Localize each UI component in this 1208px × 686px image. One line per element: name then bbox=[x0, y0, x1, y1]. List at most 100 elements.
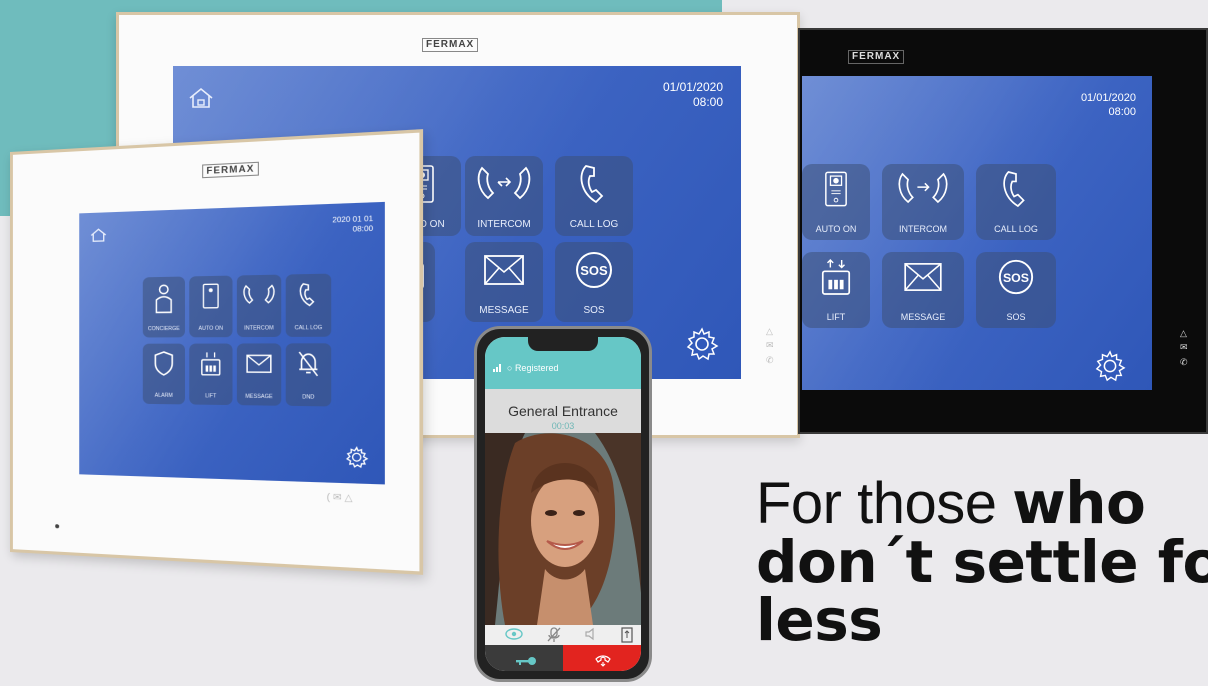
bell-off-icon bbox=[297, 350, 320, 378]
mute-microphone-icon[interactable] bbox=[547, 627, 561, 643]
phone-notch bbox=[528, 337, 598, 351]
call-actions bbox=[485, 645, 641, 671]
tile-label: ALARM bbox=[154, 392, 173, 400]
time-text: 08:00 bbox=[1108, 105, 1136, 118]
tile-message[interactable]: MESSAGE bbox=[882, 252, 964, 328]
gear-icon[interactable] bbox=[1094, 350, 1126, 382]
brand-logo: FERMAX bbox=[202, 161, 259, 179]
tile-lift[interactable]: LIFT bbox=[802, 252, 870, 328]
tagline-bold-who: who bbox=[1012, 469, 1146, 537]
tile-label: INTERCOM bbox=[899, 223, 947, 234]
power-led bbox=[55, 524, 60, 529]
tile-intercom[interactable]: INTERCOM bbox=[465, 156, 543, 236]
lift-icon bbox=[199, 350, 223, 378]
tile-dnd[interactable]: DND bbox=[285, 343, 332, 407]
envelope-icon bbox=[484, 255, 524, 285]
signal-icon bbox=[493, 364, 501, 372]
caller-info: General Entrance 00:03 bbox=[485, 389, 641, 433]
intercom-handsets-icon bbox=[241, 281, 276, 307]
tile-label: SOS bbox=[583, 304, 605, 316]
tile-label: DND bbox=[302, 394, 315, 402]
tile-label: MESSAGE bbox=[245, 393, 273, 401]
tagline-light: For those bbox=[756, 471, 1013, 536]
tile-call-log[interactable]: CALL LOG bbox=[555, 156, 633, 236]
lift-icon bbox=[821, 258, 851, 295]
monitor-black: FERMAX 01/01/2020 08:00 AUTO ON INTERCOM… bbox=[798, 28, 1208, 434]
gear-icon[interactable] bbox=[685, 327, 719, 361]
sos-icon: SOS bbox=[998, 259, 1034, 295]
monitor-small-white: FERMAX 2020 01 01 08:00 CONCIERGE AUTO O… bbox=[10, 129, 424, 575]
tile-label: CALL LOG bbox=[994, 223, 1038, 234]
hang-up-button[interactable] bbox=[563, 645, 641, 671]
time-text: 08:00 bbox=[692, 95, 723, 109]
door-panel-icon bbox=[202, 282, 219, 310]
tile-call-log[interactable]: CALL LOG bbox=[976, 164, 1056, 240]
eye-icon[interactable] bbox=[505, 627, 523, 641]
caller-portrait bbox=[485, 433, 641, 625]
tile-label: CONCIERGE bbox=[147, 326, 180, 333]
tile-label: CALL LOG bbox=[294, 325, 323, 332]
concierge-icon bbox=[153, 283, 174, 315]
time-text: 08:00 bbox=[352, 225, 374, 234]
monitor-screen: 01/01/2020 08:00 AUTO ON INTERCOM CALL L… bbox=[802, 76, 1152, 390]
door-panel-icon bbox=[825, 171, 847, 207]
tile-label: SOS bbox=[1006, 311, 1026, 322]
caller-name: General Entrance bbox=[508, 403, 618, 419]
tile-label: MESSAGE bbox=[479, 304, 529, 316]
tile-alarm[interactable]: ALARM bbox=[142, 343, 185, 405]
intercom-handsets-icon bbox=[898, 172, 948, 204]
tile-label: MESSAGE bbox=[900, 311, 946, 322]
call-controls bbox=[485, 625, 641, 645]
tile-label: LIFT bbox=[826, 311, 846, 322]
key-icon bbox=[516, 657, 536, 665]
svg-text:SOS: SOS bbox=[580, 263, 608, 278]
open-door-button[interactable] bbox=[485, 645, 563, 671]
home-icon[interactable] bbox=[187, 86, 215, 110]
intercom-handsets-icon bbox=[477, 166, 531, 200]
door-panel-icon[interactable] bbox=[621, 627, 633, 643]
registration-status: ○ Registered bbox=[507, 363, 559, 373]
tile-message[interactable]: MESSAGE bbox=[465, 242, 543, 322]
tagline: For those who don´t settle for less bbox=[756, 474, 1208, 649]
sos-icon: SOS bbox=[576, 252, 612, 288]
status-indicators: △ ✉ ✆ bbox=[1180, 328, 1188, 367]
hang-up-icon bbox=[595, 655, 611, 667]
date-text: 01/01/2020 bbox=[1080, 92, 1136, 104]
svg-text:SOS: SOS bbox=[1003, 271, 1029, 285]
tile-label: AUTO ON bbox=[198, 325, 224, 333]
brand-logo: FERMAX bbox=[848, 50, 905, 64]
tile-auto-on[interactable]: AUTO ON bbox=[802, 164, 870, 240]
video-feed bbox=[485, 433, 641, 625]
tile-intercom[interactable]: INTERCOM bbox=[882, 164, 964, 240]
speaker-icon[interactable] bbox=[585, 627, 599, 641]
envelope-icon bbox=[904, 263, 942, 291]
tile-label: INTERCOM bbox=[244, 325, 274, 333]
shield-icon bbox=[153, 350, 174, 377]
tile-call-log[interactable]: CALL LOG bbox=[285, 273, 332, 337]
tagline-line3: less bbox=[756, 586, 883, 654]
tile-sos[interactable]: SOS SOS bbox=[976, 252, 1056, 328]
date-text: 01/01/2020 bbox=[662, 80, 723, 94]
phone-handset-icon bbox=[297, 280, 320, 308]
home-icon[interactable] bbox=[89, 227, 107, 244]
tile-label: INTERCOM bbox=[477, 218, 531, 230]
phone-screen: ○ Registered General Entrance 00:03 bbox=[485, 337, 641, 671]
tile-label: CALL LOG bbox=[569, 218, 619, 230]
tile-intercom[interactable]: INTERCOM bbox=[236, 274, 282, 338]
brand-logo: FERMAX bbox=[422, 38, 479, 52]
tile-concierge[interactable]: CONCIERGE bbox=[142, 276, 185, 338]
phone-handset-icon bbox=[1003, 171, 1025, 208]
tile-lift[interactable]: LIFT bbox=[189, 343, 233, 406]
status-indicators: ( ✉ △ bbox=[326, 491, 353, 504]
tile-label: LIFT bbox=[205, 393, 217, 400]
envelope-icon bbox=[246, 354, 273, 373]
tile-label: AUTO ON bbox=[815, 223, 857, 234]
tile-sos[interactable]: SOS SOS bbox=[555, 242, 633, 322]
monitor-screen: 2020 01 01 08:00 CONCIERGE AUTO ON INTER… bbox=[79, 201, 385, 485]
tile-auto-on[interactable]: AUTO ON bbox=[189, 275, 233, 338]
tile-message[interactable]: MESSAGE bbox=[236, 343, 282, 406]
status-indicators: △ ✉ ✆ bbox=[766, 326, 774, 365]
gear-icon[interactable] bbox=[345, 446, 368, 469]
phone-handset-icon bbox=[580, 165, 604, 204]
smartphone: ○ Registered General Entrance 00:03 bbox=[474, 326, 652, 682]
